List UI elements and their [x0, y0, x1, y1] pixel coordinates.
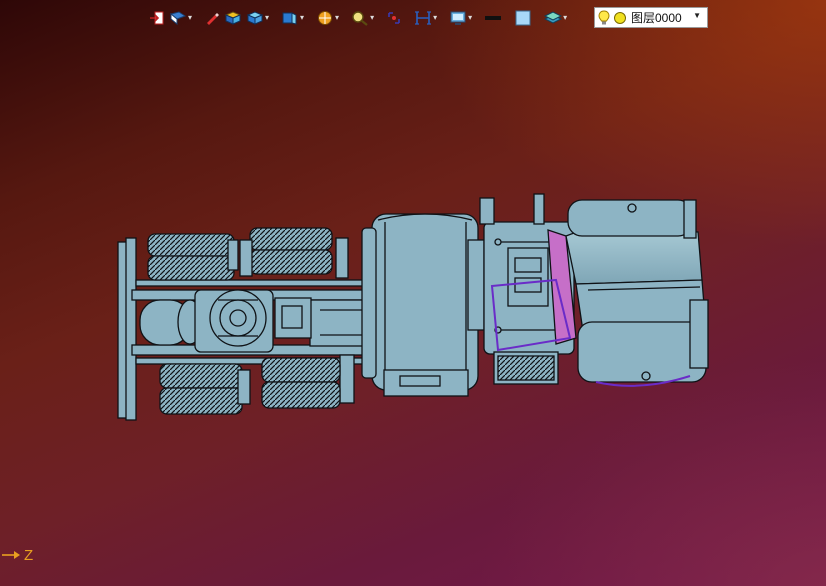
exit-icon [150, 11, 164, 25]
display-settings-icon [450, 11, 466, 25]
section-view-icon [415, 11, 432, 25]
exit-button[interactable] [148, 7, 166, 29]
axis-label: Z [24, 546, 34, 564]
layer-stack-button[interactable]: ▾ [543, 7, 568, 29]
rear-tires-bottom [159, 357, 341, 415]
layer-name: 图层0000 [631, 11, 682, 25]
lightbulb-icon [598, 9, 610, 24]
background-color-icon [515, 10, 531, 26]
fuel-tank [139, 299, 203, 346]
axis-arrow-icon [2, 551, 20, 559]
view-orientation-button[interactable]: ▾ [168, 7, 193, 29]
zoom-icon [352, 11, 368, 26]
zoom-fit-icon [388, 12, 400, 24]
chevron-down-icon: ▾ [563, 13, 568, 22]
sleeper-cab [361, 213, 485, 397]
view-orientation-icon [169, 11, 187, 26]
view-cube-icon [282, 12, 297, 25]
chevron-down-icon: ▾ [188, 13, 193, 22]
display-settings-button[interactable]: ▾ [448, 7, 473, 29]
chevron-down-icon: ▾ [335, 13, 340, 22]
shaded-solid-button[interactable] [223, 7, 243, 29]
chevron-down-icon: ▾ [265, 13, 270, 22]
chevron-down-icon: ▾ [468, 13, 473, 22]
chevron-down-icon: ▾ [300, 13, 305, 22]
pencil-icon [207, 13, 220, 25]
section-view-button[interactable]: ▾ [413, 7, 438, 29]
view-cube-button[interactable]: ▾ [280, 7, 305, 29]
zoom-fit-button[interactable] [385, 7, 403, 29]
chevron-down-icon: ▼ [693, 11, 701, 20]
chevron-down-icon: ▾ [370, 13, 375, 22]
view-toolbar: ▾ ▾ ▾ ▾ ▾ ▾ ▾ ▾ [148, 7, 568, 29]
chevron-down-icon: ▾ [433, 13, 438, 22]
axis-indicator: Z [2, 545, 33, 565]
layer-dropdown[interactable]: 图层0000 ▼ [594, 7, 708, 28]
rear-tires-top [147, 227, 333, 281]
sketch-button[interactable] [203, 7, 221, 29]
zoom-button[interactable]: ▾ [350, 7, 375, 29]
truck-model[interactable] [117, 193, 709, 421]
fifth-wheel [194, 289, 312, 353]
layer-stack-icon [544, 11, 563, 24]
background-color-button[interactable] [513, 7, 533, 29]
render-mode-button[interactable]: ▾ [315, 7, 340, 29]
render-mode-icon [318, 11, 333, 25]
line-color-icon [485, 16, 502, 20]
layer-status-icon [614, 11, 626, 24]
line-color-button[interactable] [483, 7, 503, 29]
shaded-solid-icon [224, 11, 242, 25]
hood [565, 199, 709, 387]
3d-viewport[interactable] [0, 0, 826, 586]
solid-view-button[interactable]: ▾ [245, 7, 270, 29]
cube-icon [246, 11, 264, 25]
